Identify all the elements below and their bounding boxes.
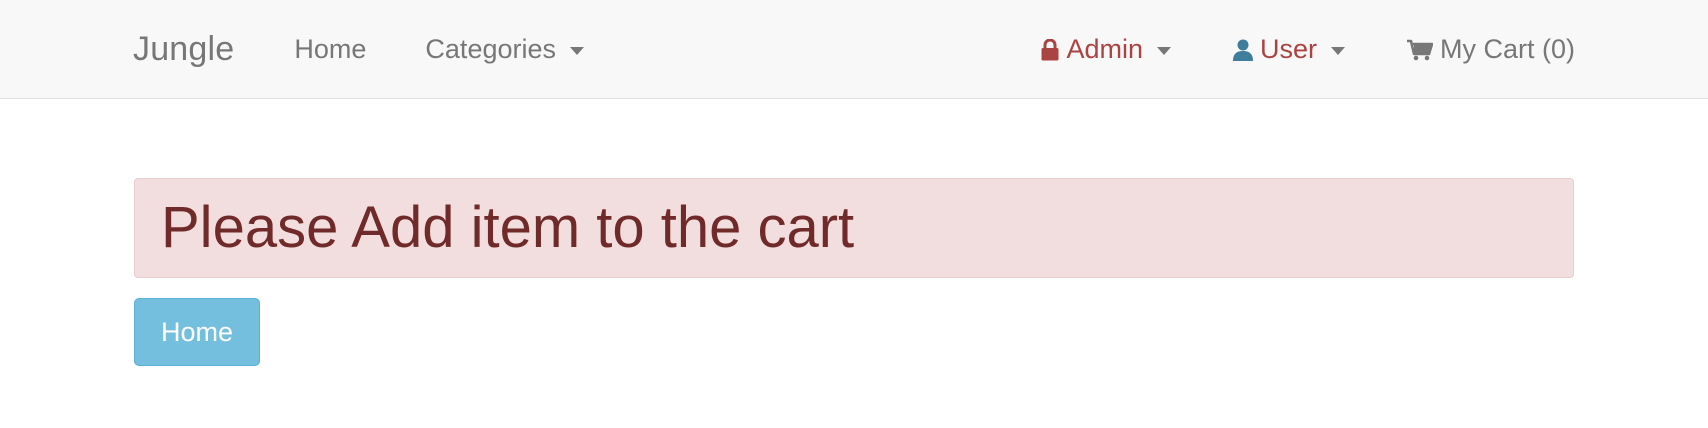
nav-categories-dropdown[interactable]: Categories — [425, 34, 584, 65]
brand-link[interactable]: Jungle — [133, 30, 234, 69]
nav-right-group: Admin User My Cart (0) — [1041, 34, 1575, 65]
nav-home-link[interactable]: Home — [294, 34, 366, 65]
cart-label: My Cart (0) — [1440, 34, 1575, 64]
navbar-container: Jungle Home Categories Admin User My Car… — [133, 0, 1575, 99]
home-button[interactable]: Home — [134, 298, 260, 366]
admin-label: Admin — [1066, 34, 1143, 64]
user-label: User — [1259, 34, 1317, 64]
chevron-down-icon — [1331, 47, 1345, 55]
chevron-down-icon — [570, 47, 584, 55]
top-navbar: Jungle Home Categories Admin User My Car… — [0, 0, 1708, 99]
empty-cart-alert: Please Add item to the cart — [134, 178, 1574, 278]
cart-icon — [1407, 39, 1433, 61]
nav-admin-dropdown[interactable]: Admin — [1041, 34, 1171, 65]
categories-label: Categories — [425, 34, 556, 64]
nav-cart-link[interactable]: My Cart (0) — [1407, 34, 1575, 65]
lock-icon — [1041, 38, 1059, 61]
chevron-down-icon — [1156, 47, 1171, 55]
nav-left-group: Home Categories — [294, 34, 643, 65]
nav-user-dropdown[interactable]: User — [1232, 34, 1345, 65]
alert-message: Please Add item to the cart — [161, 195, 855, 260]
user-icon — [1232, 39, 1253, 61]
